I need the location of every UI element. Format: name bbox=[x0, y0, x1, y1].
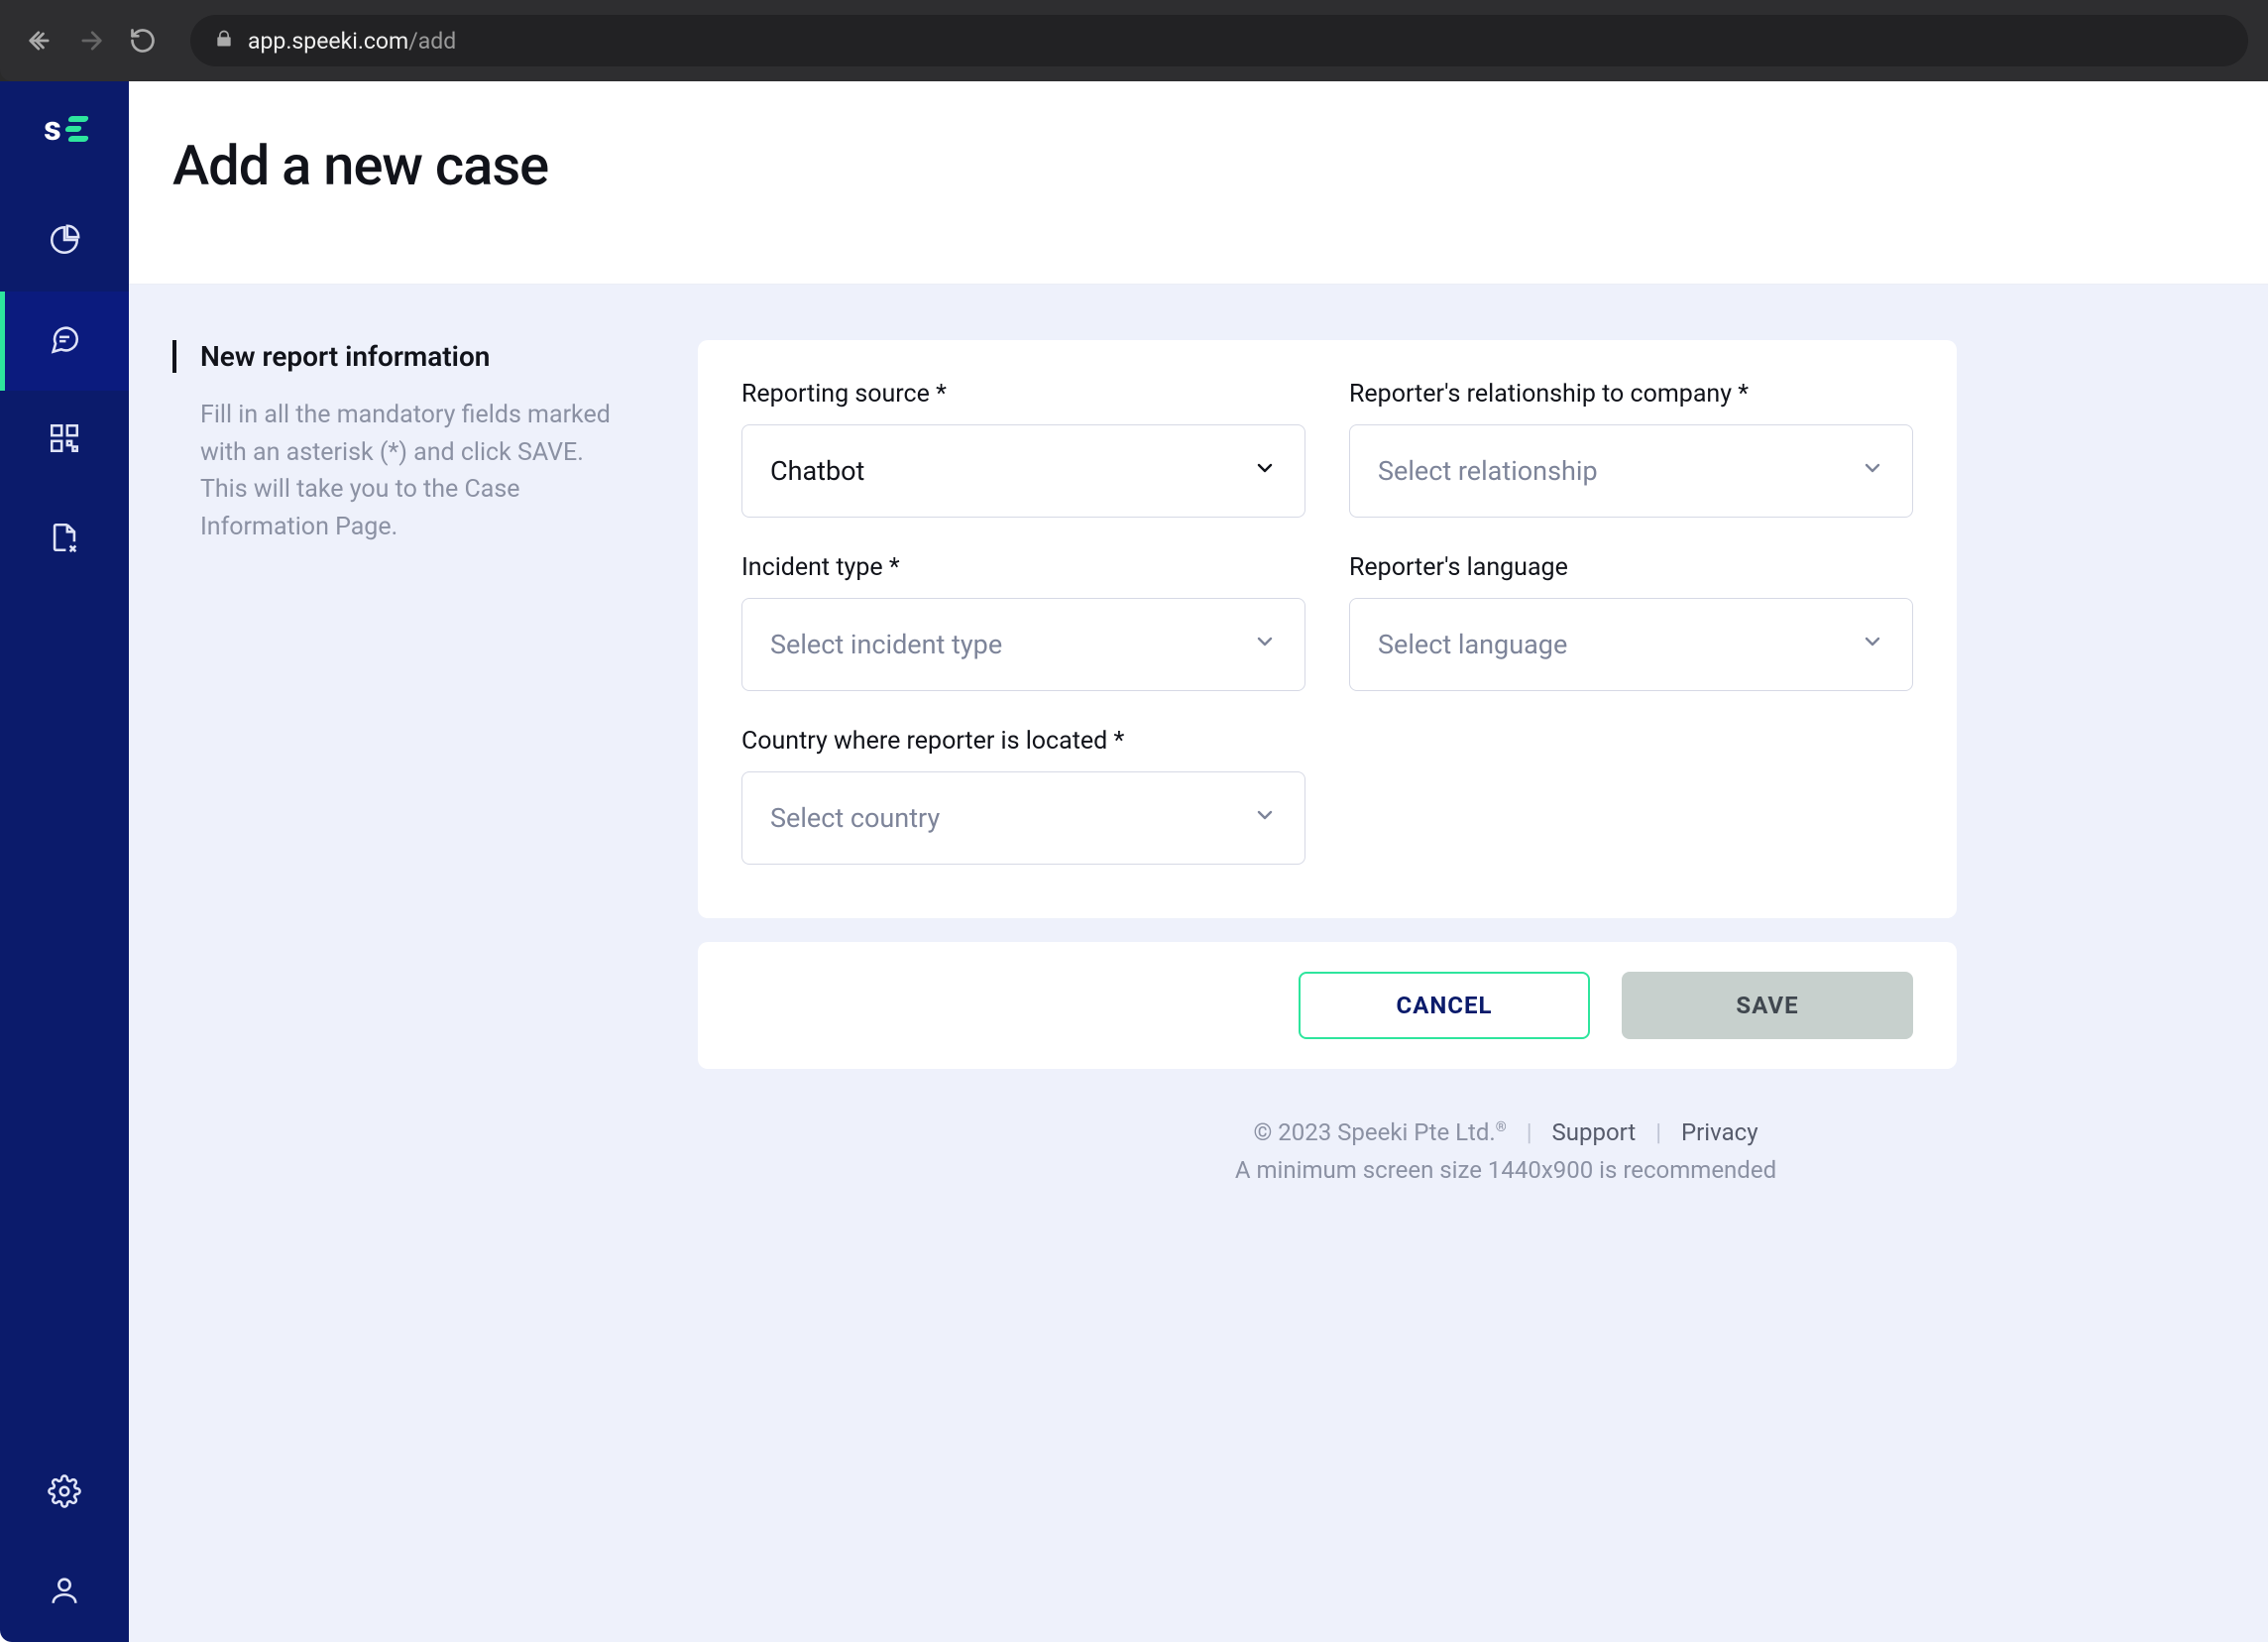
chat-icon bbox=[48, 322, 81, 360]
language-select[interactable]: Select language bbox=[1349, 598, 1913, 691]
chevron-down-icon bbox=[1253, 802, 1277, 834]
chevron-down-icon bbox=[1861, 455, 1884, 487]
chevron-down-icon bbox=[1861, 629, 1884, 660]
logo-stripes bbox=[65, 116, 85, 142]
footer-privacy-link[interactable]: Privacy bbox=[1681, 1118, 1758, 1146]
country-placeholder: Select country bbox=[770, 802, 940, 834]
reporting-source-value: Chatbot bbox=[770, 455, 864, 487]
relationship-placeholder: Select relationship bbox=[1378, 455, 1598, 487]
country-select[interactable]: Select country bbox=[741, 771, 1305, 865]
language-label: Reporter's language bbox=[1349, 553, 1913, 582]
url-host: app.speeki.com bbox=[248, 28, 408, 55]
cancel-button[interactable]: CANCEL bbox=[1299, 972, 1590, 1039]
page-title: Add a new case bbox=[172, 133, 2268, 198]
reporting-source-label: Reporting source * bbox=[741, 380, 1305, 409]
browser-reload-button[interactable] bbox=[123, 21, 163, 60]
user-icon bbox=[48, 1574, 81, 1611]
language-placeholder: Select language bbox=[1378, 629, 1567, 660]
browser-bar: app.speeki.com/add bbox=[0, 0, 2268, 81]
browser-forward-button[interactable] bbox=[71, 21, 111, 60]
document-icon bbox=[48, 521, 81, 558]
section-description: New report information Fill in all the m… bbox=[172, 340, 628, 1224]
page-footer: © 2023 Speeki Pte Ltd.® | Support | Priv… bbox=[1055, 1069, 1957, 1224]
pie-chart-icon bbox=[48, 223, 81, 261]
save-button[interactable]: SAVE bbox=[1622, 972, 1913, 1039]
url-path: /add bbox=[408, 28, 456, 55]
sidebar: s bbox=[0, 81, 129, 1642]
sidebar-item-survey[interactable] bbox=[0, 391, 129, 490]
footer-support-link[interactable]: Support bbox=[1552, 1118, 1637, 1146]
footer-copyright: © 2023 Speeki Pte Ltd. bbox=[1253, 1118, 1495, 1146]
sidebar-item-dashboard[interactable] bbox=[0, 192, 129, 292]
gear-icon bbox=[48, 1474, 81, 1512]
form-panel: Reporting source * Chatbot Reporter's re… bbox=[698, 340, 1957, 918]
sidebar-item-documents[interactable] bbox=[0, 490, 129, 589]
country-label: Country where reporter is located * bbox=[741, 727, 1305, 756]
section-title: New report information bbox=[172, 340, 628, 373]
sidebar-item-settings[interactable] bbox=[0, 1444, 129, 1543]
page-header: Add a new case bbox=[129, 81, 2268, 285]
incident-type-select[interactable]: Select incident type bbox=[741, 598, 1305, 691]
incident-type-placeholder: Select incident type bbox=[770, 629, 1002, 660]
relationship-select[interactable]: Select relationship bbox=[1349, 424, 1913, 518]
chevron-down-icon bbox=[1253, 629, 1277, 660]
chevron-down-icon bbox=[1253, 455, 1277, 487]
section-help-text: Fill in all the mandatory fields marked … bbox=[172, 397, 628, 545]
qr-icon bbox=[48, 421, 81, 459]
lock-icon bbox=[214, 28, 234, 55]
browser-back-button[interactable] bbox=[20, 21, 59, 60]
browser-url-bar[interactable]: app.speeki.com/add bbox=[190, 15, 2248, 66]
footer-recommendation: A minimum screen size 1440x900 is recomm… bbox=[1055, 1156, 1957, 1184]
sidebar-item-profile[interactable] bbox=[0, 1543, 129, 1642]
app-logo[interactable]: s bbox=[37, 105, 92, 153]
incident-type-label: Incident type * bbox=[741, 553, 1305, 582]
relationship-label: Reporter's relationship to company * bbox=[1349, 380, 1913, 409]
reporting-source-select[interactable]: Chatbot bbox=[741, 424, 1305, 518]
sidebar-item-cases[interactable] bbox=[0, 292, 129, 391]
actions-panel: CANCEL SAVE bbox=[698, 942, 1957, 1069]
